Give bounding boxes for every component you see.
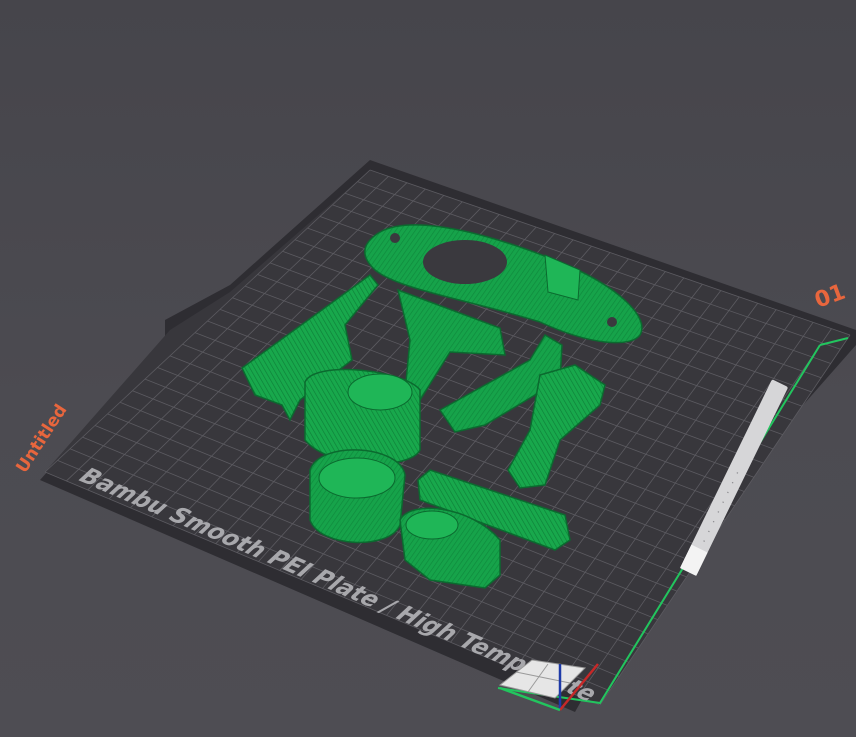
plate-number-label[interactable]: 01 — [812, 280, 849, 314]
3d-viewport[interactable]: Bambu Smooth PEI Plate / High Temp Plate… — [0, 0, 856, 737]
model-part-ring-clamp[interactable] — [309, 449, 406, 544]
build-plate-scene[interactable]: Bambu Smooth PEI Plate / High Temp Plate… — [0, 0, 856, 737]
